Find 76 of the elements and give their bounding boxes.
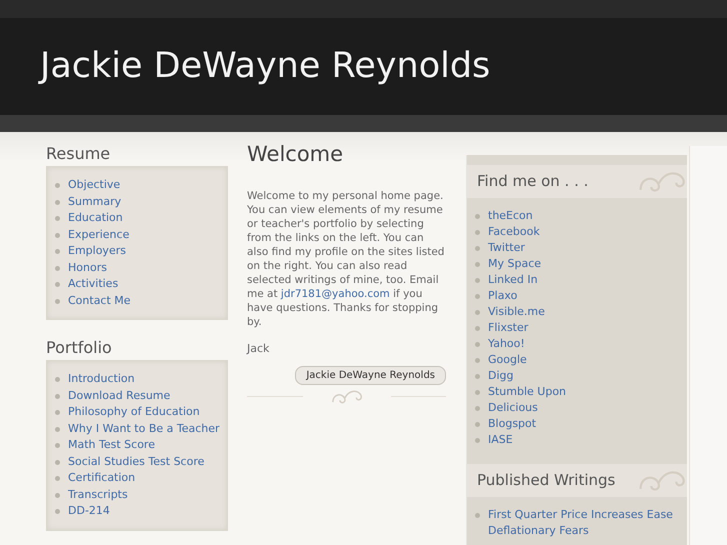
bullet-icon xyxy=(55,266,60,270)
bullet-icon xyxy=(475,262,480,267)
bullet-icon xyxy=(475,326,480,331)
nav-link[interactable]: theEcon xyxy=(488,208,533,224)
bullet-icon xyxy=(475,358,480,363)
nav-link[interactable]: Twitter xyxy=(488,240,525,256)
section-heading: Published Writings xyxy=(477,470,616,492)
nav-link[interactable]: Honors xyxy=(68,260,107,276)
bullet-icon xyxy=(475,390,480,395)
signature-text: Jack xyxy=(247,341,270,357)
nav-link[interactable]: Employers xyxy=(68,243,126,260)
bullet-icon xyxy=(475,374,480,379)
nav-link[interactable]: Why I Want to Be a Teacher xyxy=(68,420,220,437)
nav-link[interactable]: Delicious xyxy=(488,400,538,416)
nav-link[interactable]: Objective xyxy=(68,177,120,194)
nav-link[interactable]: Math Test Score xyxy=(68,437,155,454)
bullet-icon xyxy=(55,232,60,238)
site-title: Jackie DeWayne Reynolds xyxy=(40,49,490,84)
bullet-icon xyxy=(475,513,480,518)
bullet-icon xyxy=(55,298,60,304)
bullet-icon xyxy=(55,443,60,448)
nav-link[interactable]: DD-214 xyxy=(68,503,110,520)
nav-link[interactable]: Introduction xyxy=(68,371,135,388)
bullet-icon xyxy=(475,294,480,299)
section-heading: Find me on . . . xyxy=(477,171,588,192)
nav-link[interactable]: Philosophy of Education xyxy=(68,404,200,420)
nav-link[interactable]: Activities xyxy=(68,276,118,292)
email-link[interactable]: jdr7181@yahoo.com xyxy=(280,288,390,300)
nav-link[interactable]: Flixster xyxy=(488,320,528,336)
nav-link[interactable]: My Space xyxy=(488,256,542,272)
nav-link[interactable]: Education xyxy=(68,210,123,226)
bullet-icon xyxy=(475,406,480,411)
nav-link[interactable]: Experience xyxy=(68,226,130,243)
bullet-icon xyxy=(475,310,480,315)
bullet-icon xyxy=(55,200,60,204)
nav-link[interactable]: IASE xyxy=(488,432,513,448)
bullet-icon xyxy=(55,282,60,287)
nav-link[interactable]: Visible.me xyxy=(488,304,545,320)
nav-link[interactable]: Google xyxy=(488,352,527,368)
section-heading: Resume xyxy=(46,144,112,164)
bullet-icon xyxy=(475,214,480,219)
nav-link[interactable]: Yahoo! xyxy=(488,336,525,352)
nav-link[interactable]: Linked In xyxy=(488,272,538,288)
bullet-icon xyxy=(55,492,60,498)
nav-link[interactable]: Blogspot xyxy=(488,416,536,432)
bullet-icon xyxy=(55,476,60,481)
bullet-icon xyxy=(55,249,60,254)
nav-link[interactable]: Social Studies Test Score xyxy=(68,454,204,470)
nav-link[interactable]: Plaxo xyxy=(488,288,518,304)
bullet-icon xyxy=(475,230,480,235)
bullet-icon xyxy=(475,342,480,347)
bullet-icon xyxy=(55,426,60,432)
nav-link[interactable]: Download Resume xyxy=(68,388,170,404)
author-button[interactable]: Jackie DeWayne Reynolds xyxy=(295,366,446,384)
bullet-icon xyxy=(55,183,60,188)
bullet-icon xyxy=(475,246,480,251)
nav-link[interactable]: Stumble Upon xyxy=(488,384,566,400)
section-heading: Portfolio xyxy=(46,338,113,358)
nav-link[interactable]: First Quarter Price Increases Ease Deflationary Fears xyxy=(488,507,679,539)
welcome-paragraph: Welcome to my personal home page. You can view elements of my resume or teacher's portfolio by selecting from the links on the left. You can also find my profile on the sites listed on the right. You can also read selected writings of mine, too. Email me at jdr7181@yahoo.com if you have questions. Thanks for stopping by. xyxy=(247,189,446,329)
bullet-icon xyxy=(55,377,60,382)
bullet-icon xyxy=(55,394,60,398)
bullet-icon xyxy=(55,460,60,464)
bullet-icon xyxy=(55,216,60,221)
bullet-icon xyxy=(475,422,480,427)
nav-link[interactable]: Transcripts xyxy=(68,486,128,503)
bullet-icon xyxy=(475,438,480,443)
nav-link[interactable]: Certification xyxy=(68,470,136,486)
bullet-icon xyxy=(55,509,60,514)
bullet-icon xyxy=(475,278,480,283)
page-heading: Welcome xyxy=(247,141,344,167)
nav-link[interactable]: Facebook xyxy=(488,224,540,240)
nav-link[interactable]: Summary xyxy=(68,194,122,210)
nav-link[interactable]: Contact Me xyxy=(68,292,131,309)
bullet-icon xyxy=(55,410,60,415)
nav-link[interactable]: Digg xyxy=(488,368,514,384)
